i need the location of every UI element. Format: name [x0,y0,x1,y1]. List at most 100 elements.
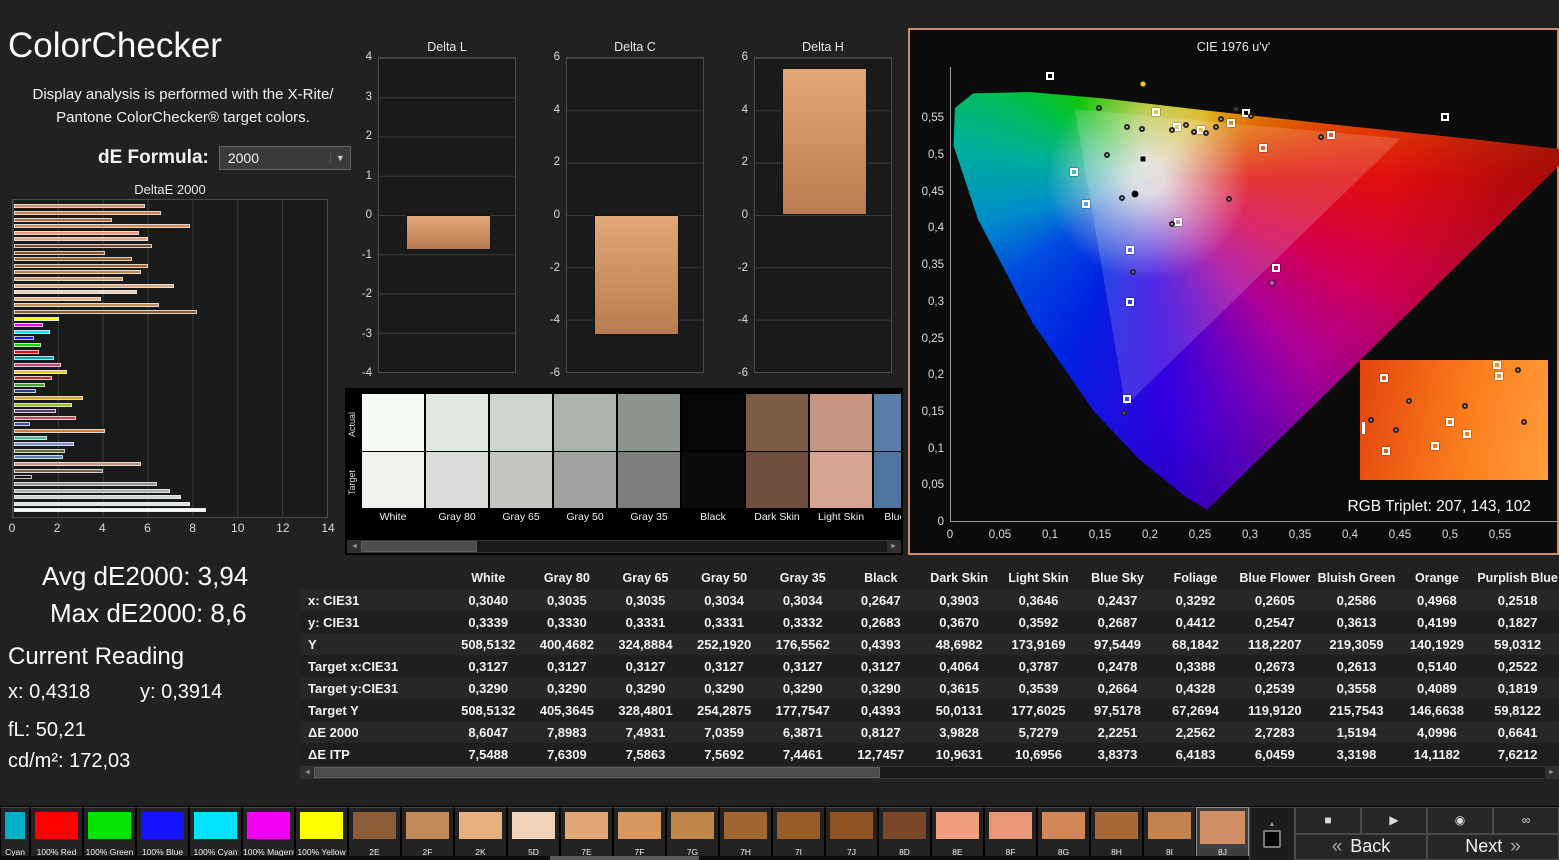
y-tick-label: 2 [365,130,372,142]
description-line-2: Pantone ColorChecker® target colors. [56,108,310,126]
table-cell: 0,3592 [998,611,1079,633]
play-button[interactable]: ▶ [1361,807,1427,834]
table-cell: 10,6956 [998,743,1079,765]
scroll-thumb[interactable] [314,767,881,778]
table-cell: 146,6638 [1397,699,1477,721]
toolbar-swatch-5d[interactable]: 5D [507,807,560,860]
de2000-x-axis: 0 2 4 6 8 10 12 14 [9,521,335,535]
scroll-thumb[interactable] [549,856,700,860]
y-tick-label: -2 [361,288,372,300]
toolbar-swatch-7j[interactable]: 7J [825,807,878,860]
table-cell: 0,2613 [1315,655,1398,677]
x-tick-label: 0,3 [1242,529,1258,541]
table-cell: 0,2673 [1234,655,1316,677]
toolbar-swatch-7e[interactable]: 7E [560,807,613,860]
swatch-name: Gray 80 [438,511,476,523]
toolbar-scrollbar[interactable] [0,856,1249,860]
table-cell: 6,3871 [763,721,843,743]
table-cell: 0,3290 [527,677,607,699]
table-cell: 252,1920 [684,633,764,655]
scroll-right-button[interactable]: ► [1545,767,1558,778]
de-bar [14,481,157,486]
continuous-measure-button[interactable]: ∞ [1493,807,1559,834]
de2000-chart-title: DeltaE 2000 [134,182,206,197]
toolbar-swatch-7h[interactable]: 7H [719,807,772,860]
toolbar-swatch-100-magenta[interactable]: 100% Magenta [242,807,295,860]
column-header: Black [864,570,898,585]
stop-button[interactable]: ■ [1295,807,1361,834]
toolbar-swatch-100-yellow[interactable]: 100% Yellow [295,807,348,860]
toolbar-swatch-8g[interactable]: 8G [1037,807,1090,860]
toolbar-swatch-2k[interactable]: 2K [454,807,507,860]
de-bar [14,435,48,440]
de-bar-row [14,302,326,309]
toolbar-swatch-8f[interactable]: 8F [984,807,1037,860]
toolbar-swatch-2e[interactable]: 2E [348,807,401,860]
table-cell: 7,4461 [763,743,843,765]
target-marker [1380,374,1389,382]
table-cell: 5,7279 [998,721,1079,743]
y-tick-label: 1 [365,169,372,182]
scroll-track[interactable] [361,541,887,552]
swatch-color [406,812,449,839]
scroll-track[interactable] [314,767,1545,778]
toolbar-swatch-100-cyan[interactable]: 100% Cyan [189,807,242,860]
table-cell: 0,3332 [763,611,843,633]
y-tick-label: 0,4 [928,222,944,235]
target-swatch [490,451,552,508]
table-scrollbar[interactable]: ◄ ► [300,766,1559,779]
table-row: Target Y 508,5132 405,3645 328,4801 254,2875… [300,699,1559,721]
y-tick-label: 0 [937,516,944,528]
x-tick-label: 0,4 [1342,529,1358,541]
de-bar [14,488,170,493]
scroll-left-button[interactable]: ◄ [348,541,361,552]
swatch-scrollbar[interactable]: ◄ ► [347,540,901,553]
target-swatch [554,451,616,508]
back-button[interactable]: « Back [1295,833,1427,860]
table-cell: 6,4183 [1156,743,1235,765]
de-bar-row [14,342,326,349]
de-formula-select[interactable]: 2000 ▼ [218,146,351,170]
meter-button[interactable]: ◉ [1427,807,1493,834]
actual-swatch [746,394,808,451]
de-bar [14,349,39,354]
de-bar [14,250,106,255]
toolbar-swatch-cyan[interactable]: Cyan [0,807,30,860]
y-tick-label: 4 [741,103,748,116]
toolbar-swatch-100-green[interactable]: 100% Green [83,807,136,860]
swatch-color [618,812,661,839]
toolbar-swatch-2f[interactable]: 2F [401,807,454,860]
pattern-window-button[interactable]: ▲ [1249,807,1295,860]
swatch-color [724,812,767,839]
x-tick-label: 8 [189,521,196,535]
x-tick-label: 14 [321,521,335,535]
toolbar-swatch-100-blue[interactable]: 100% Blue [136,807,189,860]
next-button[interactable]: Next » [1427,833,1559,860]
target-marker [1382,447,1391,456]
scroll-left-button[interactable]: ◄ [301,767,314,778]
toolbar-swatch-8j[interactable]: 8J [1196,807,1249,860]
toolbar-swatch-7f[interactable]: 7F [613,807,666,860]
toolbar-swatch-7i[interactable]: 7I [772,807,825,860]
toolbar-swatch-8d[interactable]: 8D [878,807,931,860]
chevron-right-icon: » [1510,835,1521,857]
x-tick-label: 0,5 [1442,529,1458,541]
table-cell: 0,4064 [919,655,999,677]
toolbar-swatch-100-red[interactable]: 100% Red [30,807,83,860]
table-cell: 0,3290 [448,677,528,699]
target-swatch [810,451,872,508]
de2000-bar-area [14,201,326,516]
toolbar-swatch-8h[interactable]: 8H [1090,807,1143,860]
toolbar-swatch-8e[interactable]: 8E [931,807,984,860]
table-cell: 173,9169 [998,633,1079,655]
rgb-triplet-label: RGB Triplet: 207, 143, 102 [1347,498,1531,515]
table-cell: 0,3331 [684,611,764,633]
de-bar [14,369,68,374]
de-bar [14,210,162,215]
scroll-thumb[interactable] [361,541,477,552]
scroll-right-button[interactable]: ► [887,541,900,552]
table-cell: 59,0312 [1476,633,1559,655]
toolbar-swatch-7g[interactable]: 7G [666,807,719,860]
table-cell: 118,2207 [1234,633,1316,655]
toolbar-swatch-8i[interactable]: 8I [1143,807,1196,860]
